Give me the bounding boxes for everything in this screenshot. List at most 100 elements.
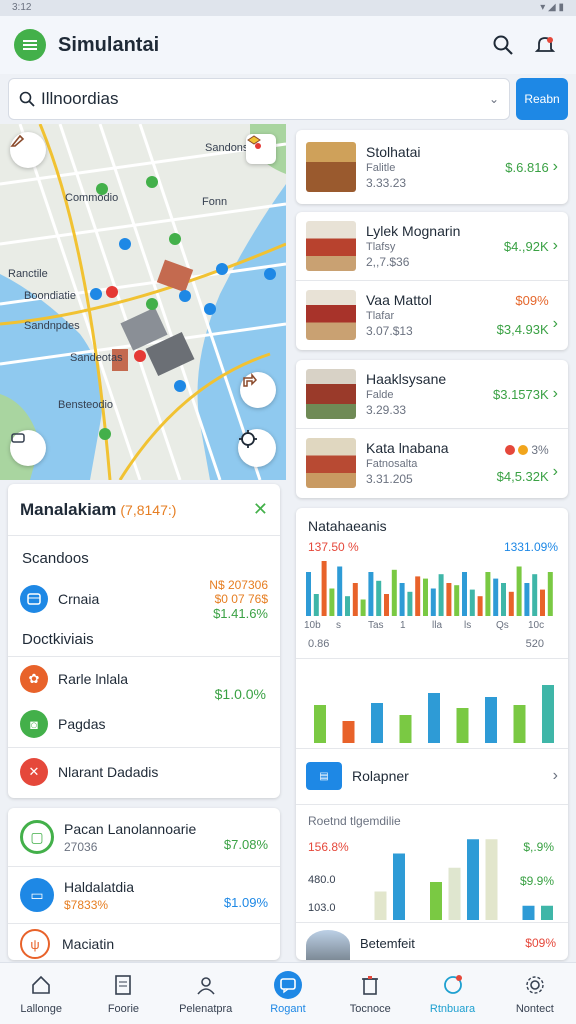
search-input[interactable] xyxy=(41,89,489,109)
listing-name: Vaa Mattol xyxy=(366,292,432,308)
badge-dot xyxy=(505,444,516,455)
search-submit-button[interactable]: Reabn xyxy=(516,78,568,120)
chat-icon xyxy=(273,971,302,999)
detail-row-value: $1.0.0% xyxy=(214,686,266,702)
notifications-button[interactable] xyxy=(528,28,562,62)
flower-icon: ✿ xyxy=(20,665,48,693)
search-row: ⌄ Reabn xyxy=(8,78,568,120)
search-button[interactable] xyxy=(486,28,520,62)
listing-price: $4.,92K xyxy=(503,238,549,254)
nav-settings[interactable]: Nontect xyxy=(494,963,576,1024)
locate-me-button[interactable] xyxy=(238,429,276,467)
listing-row[interactable]: Vaa Mattol Tlafar 3.07.$13 $09% $3,4.93K… xyxy=(296,281,568,349)
detail-row[interactable]: Crnaia N$ 207306 $0 07 76$ $1.41.6% xyxy=(8,573,280,625)
map-label: Sandons xyxy=(205,142,249,154)
detail-row[interactable]: ◙ Pagdas xyxy=(8,701,280,747)
listing-photo xyxy=(306,142,356,192)
nav-label: Tocnoce xyxy=(349,1003,391,1015)
chart-bar xyxy=(368,572,374,616)
details-header: Manalakiam (7,8147:) ✕ xyxy=(8,484,280,536)
detail-row-label: Rarle lnlala xyxy=(58,671,129,687)
nav-documents[interactable]: Foorie xyxy=(82,963,164,1024)
chart-bar xyxy=(337,566,343,616)
section-heading: Doctkiviais xyxy=(22,631,94,648)
list-item-value: $1.09% xyxy=(223,894,268,910)
listing-sub: Fatnosalta xyxy=(366,458,418,470)
close-icon[interactable]: ✕ xyxy=(253,499,268,520)
footer-value: $09% xyxy=(525,936,556,950)
listing-row[interactable]: Kata lnabana Fatnosalta 3.31.205 3% $4,5… xyxy=(296,429,568,497)
nav-messages[interactable]: Rogant xyxy=(247,963,329,1024)
share-location-button[interactable] xyxy=(240,372,276,408)
badge-dot xyxy=(518,444,529,455)
nav-explore[interactable]: Rtnbuara xyxy=(411,963,493,1024)
report-link[interactable]: ▤ Rolapner › xyxy=(306,762,558,790)
check-icon: ▢ xyxy=(20,820,54,854)
search-field[interactable]: ⌄ xyxy=(8,78,510,120)
chart-bar xyxy=(376,580,382,616)
bottom-navigation: Lallonge Foorie Pelenatpra Rogant Tocnoc… xyxy=(0,962,576,1024)
x-axis-ticks: 10b s Tas 1 lla ls Qs 10c xyxy=(304,620,560,634)
chart-bar xyxy=(314,705,326,743)
section-heading: Scandoos xyxy=(22,550,89,567)
nav-trash[interactable]: Tocnoce xyxy=(329,963,411,1024)
chart-bar xyxy=(374,891,387,920)
person-icon xyxy=(192,971,220,999)
pencil-icon xyxy=(10,134,25,147)
chart-bar xyxy=(448,867,461,920)
list-item-name: Pacan Lanolannoarie xyxy=(64,820,197,837)
gps-icon xyxy=(239,430,257,448)
traffic-button[interactable] xyxy=(10,430,46,466)
menu-button[interactable] xyxy=(14,29,46,61)
list-item[interactable]: ▢ Pacan Lanolannoarie 27036 $7.08% xyxy=(8,808,280,866)
map-view[interactable]: Sandons Fonn Commodio Ranctile Boondiati… xyxy=(0,124,286,480)
chart-bar xyxy=(485,572,491,616)
detail-value-b: $0 07 76$ xyxy=(214,591,268,606)
detail-row-label: Nlarant Dadadis xyxy=(58,764,159,780)
x-tick-label: 1 xyxy=(400,620,406,631)
chart-bar xyxy=(438,574,444,616)
detail-row[interactable]: ✕ Nlarant Dadadis xyxy=(8,748,280,796)
listing-photo xyxy=(306,221,356,271)
list-item-value: $7.08% xyxy=(223,836,268,852)
listing-meta: 3.07.$13 xyxy=(366,324,413,338)
listing-row[interactable]: Stolhatai Falitle 3.33.23 $.6.816 › xyxy=(296,130,568,204)
status-time: 3:12 xyxy=(12,2,32,13)
map-label: Sandnpdes xyxy=(24,320,80,332)
chart-bar xyxy=(485,839,498,920)
chart-bar xyxy=(477,596,483,616)
listing-row[interactable]: Haaklsysane Falde 3.29.33 $3.1573K › xyxy=(296,360,568,428)
listing-row[interactable]: Lylek Mognarin Tlafsy 2,,7.$36 $4.,92K › xyxy=(296,212,568,280)
chart-bar xyxy=(501,583,506,616)
secondary-y-label: 103.0 xyxy=(308,902,336,914)
nav-people[interactable]: Pelenatpra xyxy=(165,963,247,1024)
listing-name: Kata lnabana xyxy=(366,440,449,456)
secondary-chart-title: Roetnd tlgemdilie xyxy=(308,814,401,828)
report-link-label: Rolapner xyxy=(352,768,409,784)
x-tick-label: Tas xyxy=(368,620,384,631)
map-label: Fonn xyxy=(202,196,228,208)
analytics-panel: Natahaeanis 137.50 % 1331.09% 10b s Tas 1 ll… xyxy=(296,508,568,960)
flame-icon: ψ xyxy=(20,929,50,959)
secondary-y-label: 480.0 xyxy=(308,874,336,886)
chevron-down-icon[interactable]: ⌄ xyxy=(489,92,499,106)
x-tick-label: s xyxy=(336,620,341,631)
chart-bar xyxy=(352,583,358,616)
bell-icon xyxy=(534,37,556,52)
listing-price: $.6.816 xyxy=(505,159,549,175)
layers-button[interactable] xyxy=(246,134,276,164)
chart-bar xyxy=(423,578,428,616)
chart-bar xyxy=(313,594,319,616)
nav-home[interactable]: Lallonge xyxy=(0,963,82,1024)
chart-bar xyxy=(524,583,530,616)
listing-card[interactable]: Stolhatai Falitle 3.33.23 $.6.816 › xyxy=(296,130,568,204)
list-item[interactable]: ψ Maciatin xyxy=(8,924,280,960)
chart-bar xyxy=(428,693,440,743)
listing-card: Lylek Mognarin Tlafsy 2,,7.$36 $4.,92K ›… xyxy=(296,212,568,350)
listing-name: Lylek Mognarin xyxy=(366,223,461,239)
draw-route-button[interactable] xyxy=(10,132,46,168)
trash-icon xyxy=(356,971,384,999)
list-item[interactable]: ▭ Haldalatdia $7833% $1.09% xyxy=(8,867,280,923)
chart-title: Natahaeanis xyxy=(308,518,387,534)
map-label: Ranctile xyxy=(8,268,48,280)
